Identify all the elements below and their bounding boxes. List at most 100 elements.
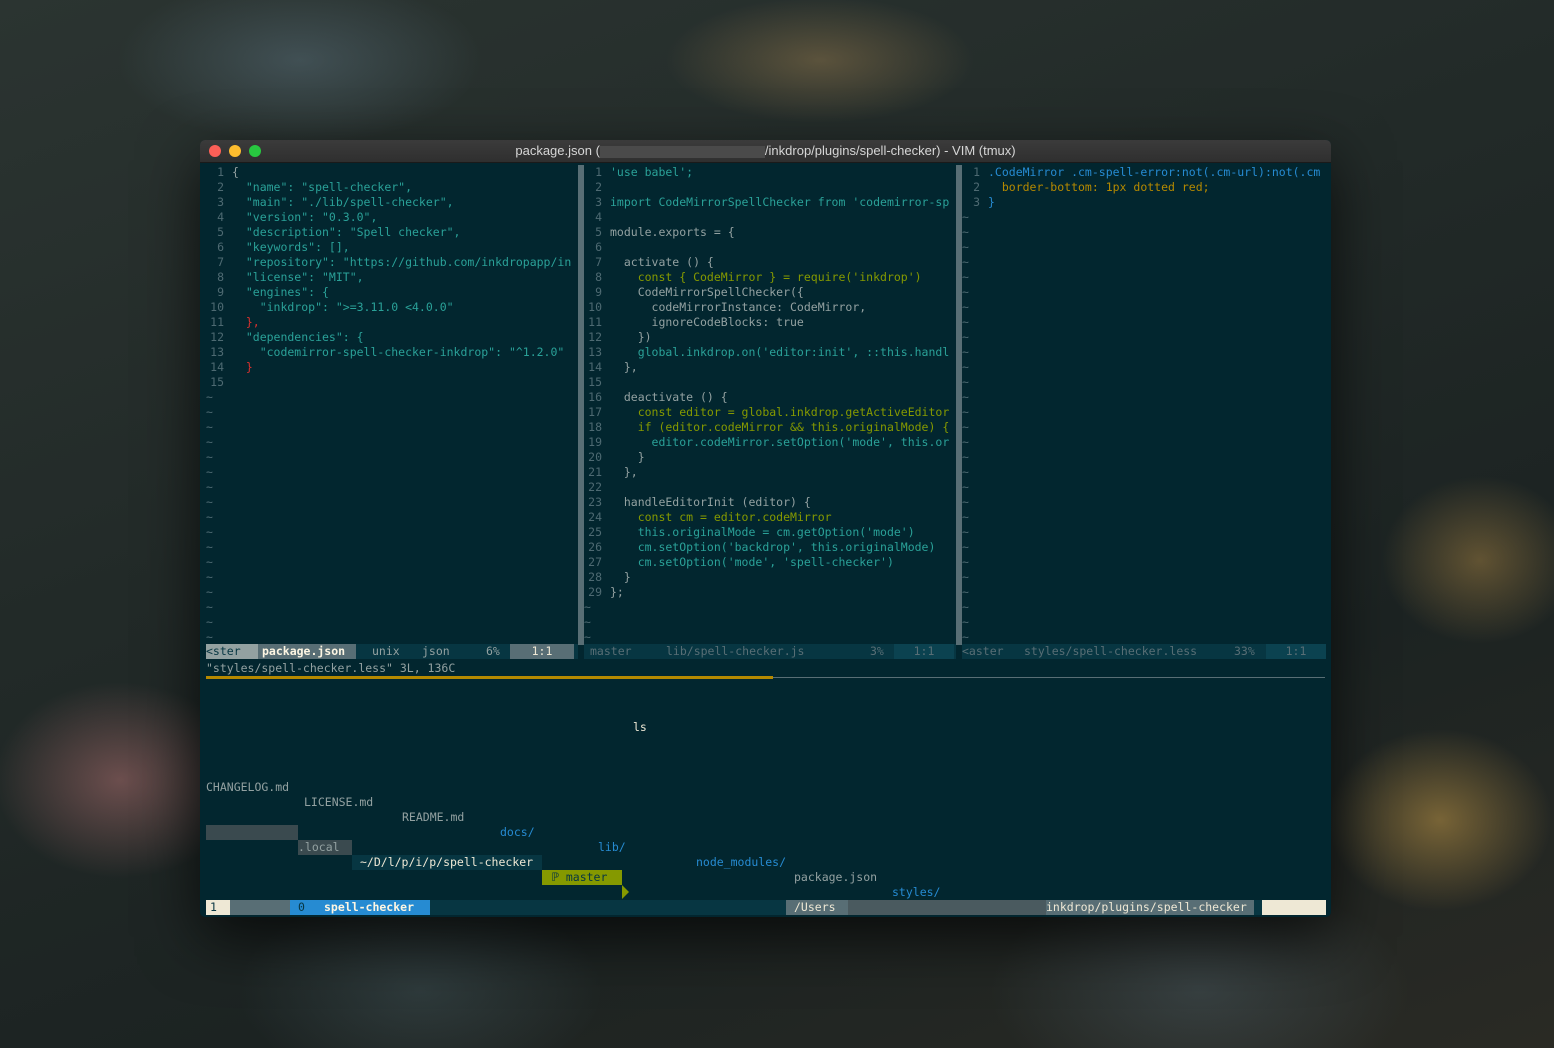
- code-line: 1{: [206, 165, 578, 180]
- code-line: 19 editor.codeMirror.setOption('mode', t…: [584, 435, 956, 450]
- line-number: 10: [588, 300, 602, 314]
- vim-pane-spell-checker-js[interactable]: 1 'use babel'; 2 3 import CodeMirrorSpellChe…: [584, 165, 956, 645]
- line-number: 24: [588, 510, 602, 524]
- statusline-spell-checker-js: master lib/spell-checker.js 3% 1:1: [584, 644, 956, 659]
- line-number: 3: [217, 195, 224, 209]
- empty-line-tilde: ~: [584, 615, 591, 629]
- code-text: const cm = editor.codeMirror: [610, 510, 832, 524]
- empty-line-tilde: ~: [962, 270, 969, 284]
- code-line: 12 "dependencies": {: [206, 330, 578, 345]
- code-line: 6 "keywords": [],: [206, 240, 578, 255]
- empty-line-tilde: ~: [962, 540, 969, 554]
- code-line: 2: [584, 180, 956, 195]
- code-text: "main": "./lib/spell-checker",: [232, 195, 454, 209]
- statusline-filename: lib/spell-checker.js: [666, 644, 805, 658]
- line-number: 11: [210, 315, 224, 329]
- statusline-branch: <ster: [206, 644, 258, 659]
- empty-line-tilde: ~: [206, 405, 213, 419]
- vim-pane-package-json[interactable]: 1{2 "name": "spell-checker", 3 "main": ".…: [206, 165, 578, 645]
- statusline-percent: 33%: [1234, 644, 1255, 658]
- line-number: 26: [588, 540, 602, 554]
- code-line: 14 },: [584, 360, 956, 375]
- code-line: 13 "codemirror-spell-checker-inkdrop": "…: [206, 345, 578, 360]
- prompt-path: ~/D/l/p/i/p/spell-checker: [352, 855, 542, 870]
- empty-line-tilde: ~: [206, 540, 213, 554]
- code-line: 6: [584, 240, 956, 255]
- line-number: 6: [595, 240, 602, 254]
- code-text: },: [232, 315, 260, 329]
- tmux-path-suffix: inkdrop/plugins/spell-checker: [1046, 900, 1254, 915]
- empty-line-tilde: ~: [962, 240, 969, 254]
- line-number: 3: [973, 195, 980, 209]
- empty-line-tilde: ~: [962, 315, 969, 329]
- statusline-filetype: json: [422, 644, 450, 658]
- code-text: activate () {: [610, 255, 714, 269]
- line-number: 7: [595, 255, 602, 269]
- statusline-position: 1:1: [510, 644, 574, 659]
- empty-line-tilde: ~: [962, 465, 969, 479]
- line-number: 5: [595, 225, 602, 239]
- statusline-branch: master: [590, 644, 632, 658]
- code-text: if (editor.codeMirror && this.originalMo…: [610, 420, 950, 434]
- empty-line-tilde: ~: [962, 585, 969, 599]
- title-bar[interactable]: package.json (/inkdrop/plugins/spell-che…: [200, 140, 1331, 163]
- redacted-hostname: [1262, 900, 1326, 915]
- code-text: CodeMirrorSpellChecker({: [610, 285, 804, 299]
- empty-line-tilde: ~: [962, 405, 969, 419]
- statusline-fileformat: unix: [372, 644, 400, 658]
- code-text: }): [610, 330, 652, 344]
- statusline-filename: package.json: [258, 644, 356, 659]
- shell-ls-output: CHANGELOG.md LICENSE.md README.md docs/ …: [206, 765, 940, 899]
- code-text: editor.codeMirror.setOption('mode', this…: [610, 435, 950, 449]
- empty-line-tilde: ~: [962, 570, 969, 584]
- empty-line-tilde: ~: [206, 465, 213, 479]
- empty-line-tilde: ~: [206, 600, 213, 614]
- line-number: 28: [588, 570, 602, 584]
- empty-line-tilde: ~: [962, 615, 969, 629]
- tmux-status-bar: 1 0 spell-checker /Users inkdrop/plugins…: [206, 900, 1326, 915]
- line-number: 1: [217, 165, 224, 179]
- empty-line-tilde: ~: [962, 510, 969, 524]
- empty-line-tilde: ~: [962, 435, 969, 449]
- code-line: 10 "inkdrop": ">=3.11.0 <4.0.0": [206, 300, 578, 315]
- tmux-pane-divider-active: [206, 676, 773, 679]
- line-number: 3: [595, 195, 602, 209]
- code-line: 28 }: [584, 570, 956, 585]
- empty-line-tilde: ~: [962, 630, 969, 644]
- shell-command: ls: [633, 720, 647, 734]
- code-text: cm.setOption('mode', 'spell-checker'): [610, 555, 894, 569]
- vim-command-line: "styles/spell-checker.less" 3L, 136C: [206, 661, 456, 675]
- line-number: 4: [595, 210, 602, 224]
- empty-line-tilde: ~: [962, 300, 969, 314]
- line-number: 11: [588, 315, 602, 329]
- code-text: "engines": {: [232, 285, 329, 299]
- empty-line-tilde: ~: [962, 225, 969, 239]
- terminal-window[interactable]: package.json (/inkdrop/plugins/spell-che…: [200, 140, 1331, 917]
- prompt-arrow: [622, 885, 629, 899]
- code-line: 29};: [584, 585, 956, 600]
- empty-line-tilde: ~: [962, 450, 969, 464]
- empty-line-tilde: ~: [962, 525, 969, 539]
- empty-line-tilde: ~: [206, 585, 213, 599]
- line-number: 15: [210, 375, 224, 389]
- code-text: "description": "Spell checker",: [232, 225, 461, 239]
- line-number: 23: [588, 495, 602, 509]
- shell-pane[interactable]: ls CHANGELOG.md LICENSE.md README.md doc…: [206, 690, 940, 899]
- statusline-spell-checker-less: <aster styles/spell-checker.less 33% 1:1: [962, 644, 1326, 659]
- empty-line-tilde: ~: [584, 600, 591, 614]
- code-line: 5 module.exports = {: [584, 225, 956, 240]
- shell-prompt: .local ~/D/l/p/i/p/spell-checker ℙ maste…: [206, 810, 629, 899]
- code-line: 8 const { CodeMirror } = require('inkdro…: [584, 270, 956, 285]
- line-number: 2: [973, 180, 980, 194]
- git-branch-icon: ℙ master: [542, 870, 622, 885]
- tmux-window-name[interactable]: spell-checker: [318, 900, 430, 915]
- line-number: 14: [210, 360, 224, 374]
- line-number: 6: [217, 240, 224, 254]
- code-line: 14 }: [206, 360, 578, 375]
- code-line: 18 if (editor.codeMirror && this.origina…: [584, 420, 956, 435]
- redacted-username: [230, 900, 290, 915]
- vim-pane-spell-checker-less[interactable]: 1 .CodeMirror .cm-spell-error:not(.cm-url…: [962, 165, 1326, 645]
- empty-line-tilde: ~: [206, 420, 213, 434]
- code-line: 11 ignoreCodeBlocks: true: [584, 315, 956, 330]
- empty-line-tilde: ~: [962, 255, 969, 269]
